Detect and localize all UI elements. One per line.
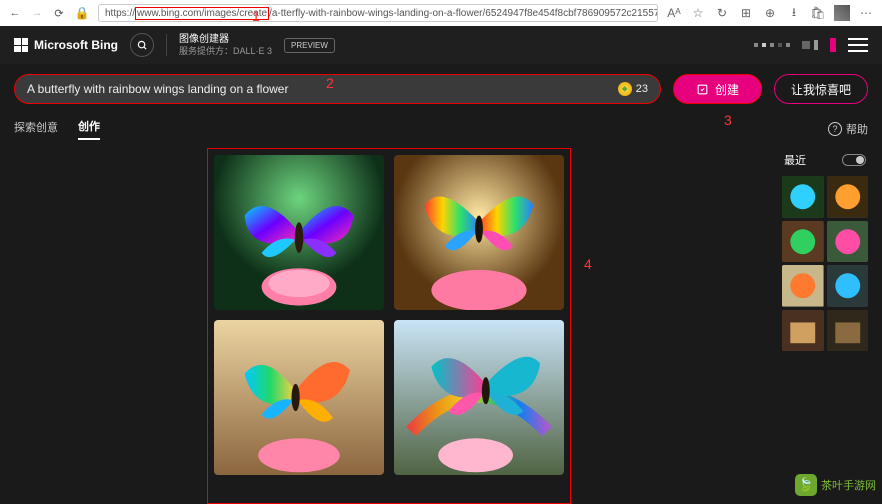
recent-thumb[interactable] xyxy=(782,221,824,263)
gallery-wrap xyxy=(14,148,764,504)
help-link[interactable]: ? 帮助 xyxy=(828,121,868,137)
shopping-icon[interactable]: 🛍 xyxy=(810,5,826,21)
recent-toggle[interactable] xyxy=(842,154,866,166)
url-bar[interactable]: https:// www.bing.com/images/create /a-t… xyxy=(98,4,658,22)
recent-grid xyxy=(782,176,868,351)
result-thumb[interactable] xyxy=(394,320,564,475)
recent-thumb[interactable] xyxy=(782,265,824,307)
results-gallery xyxy=(207,148,571,504)
recent-panel: 最近 xyxy=(782,148,868,504)
url-prefix: https:// xyxy=(105,8,135,19)
accent-indicator xyxy=(830,38,836,52)
brand[interactable]: Microsoft Bing xyxy=(14,38,118,52)
preview-badge: PREVIEW xyxy=(284,38,335,53)
recent-title: 最近 xyxy=(784,152,806,168)
recent-thumb[interactable] xyxy=(827,221,869,263)
provider-label: 服务提供方： xyxy=(179,46,233,56)
more-icon[interactable]: ⋯ xyxy=(858,5,874,21)
coin-icon: ⬥ xyxy=(618,82,632,96)
create-label: 创建 xyxy=(715,81,739,98)
tabs-row: 探索创意 创作 ? 帮助 xyxy=(0,114,882,148)
prompt-row: A butterfly with rainbow wings landing o… xyxy=(0,64,882,114)
surprise-label: 让我惊喜吧 xyxy=(791,81,851,98)
divider xyxy=(166,34,167,56)
tab-create[interactable]: 创作 xyxy=(78,118,100,140)
app-header: Microsoft Bing 图像创建器 服务提供方：DALL·E 3 PREV… xyxy=(0,26,882,64)
result-thumb[interactable] xyxy=(394,155,564,310)
leaf-icon: 🍃 xyxy=(795,474,817,496)
favorite-icon[interactable]: ☆ xyxy=(690,5,706,21)
account-icon[interactable] xyxy=(802,40,818,50)
refresh-button[interactable]: ⟳ xyxy=(52,6,66,20)
credits-count: 23 xyxy=(636,83,648,95)
rewards-icon[interactable] xyxy=(754,43,790,47)
back-button[interactable]: ← xyxy=(8,6,22,20)
tab-explore[interactable]: 探索创意 xyxy=(14,119,58,139)
recent-thumb[interactable] xyxy=(782,310,824,352)
extensions-icon[interactable]: ⊞ xyxy=(738,5,754,21)
recent-thumb[interactable] xyxy=(827,265,869,307)
brand-text: Microsoft Bing xyxy=(34,38,118,52)
profile-avatar[interactable] xyxy=(834,5,850,21)
collections-icon[interactable]: ⊕ xyxy=(762,5,778,21)
app-title: 图像创建器 xyxy=(179,33,272,46)
watermark: 🍃 茶叶手游网 xyxy=(795,474,876,496)
lock-icon: 🔒 xyxy=(74,5,90,21)
help-icon: ? xyxy=(828,122,842,136)
surprise-button[interactable]: 让我惊喜吧 xyxy=(774,74,868,104)
sync-icon[interactable]: ↻ xyxy=(714,5,730,21)
provider: DALL·E 3 xyxy=(233,46,272,56)
recent-thumb[interactable] xyxy=(782,176,824,218)
sparkle-icon xyxy=(696,83,709,96)
downloads-icon[interactable]: ⭳ xyxy=(786,5,802,21)
browser-chrome: ← → ⟳ 🔒 https:// www.bing.com/images/cre… xyxy=(0,0,882,26)
app-title-block: 图像创建器 服务提供方：DALL·E 3 xyxy=(179,33,272,58)
result-thumb[interactable] xyxy=(214,320,384,475)
result-thumb[interactable] xyxy=(214,155,384,310)
read-aloud-icon[interactable]: Aᴬ xyxy=(666,5,682,21)
content: 最近 xyxy=(0,148,882,504)
recent-thumb[interactable] xyxy=(827,310,869,352)
url-rest: /a-tterfly-with-rainbow-wings-landing-on… xyxy=(269,8,658,19)
prompt-input[interactable]: A butterfly with rainbow wings landing o… xyxy=(14,74,661,104)
credits-badge[interactable]: ⬥ 23 xyxy=(618,82,648,96)
bing-logo-icon xyxy=(14,38,28,52)
watermark-text: 茶叶手游网 xyxy=(821,477,876,493)
help-label: 帮助 xyxy=(846,121,868,137)
recent-header: 最近 xyxy=(782,148,868,172)
forward-button[interactable]: → xyxy=(30,6,44,20)
search-icon[interactable] xyxy=(130,33,154,57)
prompt-text: A butterfly with rainbow wings landing o… xyxy=(27,82,288,96)
create-button[interactable]: 创建 xyxy=(673,74,762,104)
recent-thumb[interactable] xyxy=(827,176,869,218)
url-highlight: www.bing.com/images/create xyxy=(135,7,269,20)
menu-button[interactable] xyxy=(848,38,868,52)
